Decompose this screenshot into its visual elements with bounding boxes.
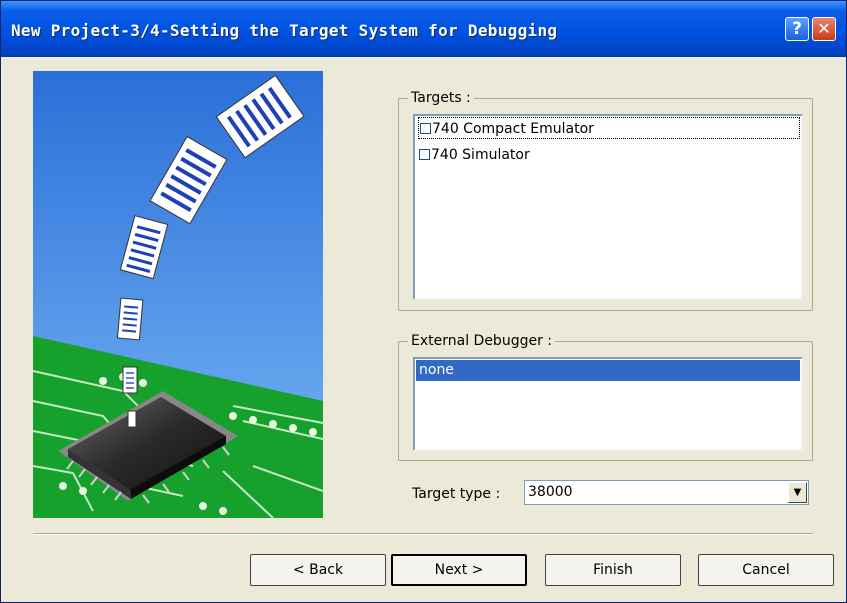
finish-button[interactable]: Finish	[545, 554, 681, 586]
target-item-740-simulator[interactable]: 740 Simulator	[418, 144, 800, 166]
targets-group: Targets : 740 Compact Emulator 740 Simul…	[398, 90, 813, 311]
window-title: New Project-3/4-Setting the Target Syste…	[11, 21, 558, 40]
target-checkbox[interactable]	[420, 123, 431, 134]
close-button[interactable]: ✕	[812, 17, 836, 41]
target-label: 740 Compact Emulator	[432, 121, 594, 137]
target-item-740-compact-emulator[interactable]: 740 Compact Emulator	[418, 117, 800, 139]
external-debugger-group: External Debugger : none	[398, 333, 813, 461]
help-icon: ?	[792, 19, 802, 39]
help-button[interactable]: ?	[785, 17, 809, 41]
target-checkbox[interactable]	[419, 149, 430, 160]
external-debugger-list[interactable]: none	[413, 357, 803, 451]
back-button[interactable]: < Back	[250, 554, 386, 586]
target-type-value: 38000	[528, 484, 573, 500]
external-debugger-item-none[interactable]: none	[416, 360, 800, 381]
wizard-illustration	[33, 71, 323, 518]
next-button[interactable]: Next >	[391, 554, 527, 586]
close-icon: ✕	[817, 19, 831, 38]
target-label: 740 Simulator	[431, 147, 530, 163]
external-debugger-legend: External Debugger :	[408, 333, 555, 349]
target-type-select[interactable]: 38000 ▼	[524, 480, 809, 505]
dropdown-arrow-icon[interactable]: ▼	[788, 482, 807, 503]
separator-highlight	[33, 534, 813, 535]
target-type-label: Target type :	[412, 486, 501, 502]
cancel-button[interactable]: Cancel	[698, 554, 834, 586]
dialog-window: New Project-3/4-Setting the Target Syste…	[0, 0, 847, 603]
targets-legend: Targets :	[408, 90, 474, 106]
targets-list[interactable]: 740 Compact Emulator 740 Simulator	[413, 114, 803, 300]
title-bar[interactable]: New Project-3/4-Setting the Target Syste…	[1, 1, 846, 57]
